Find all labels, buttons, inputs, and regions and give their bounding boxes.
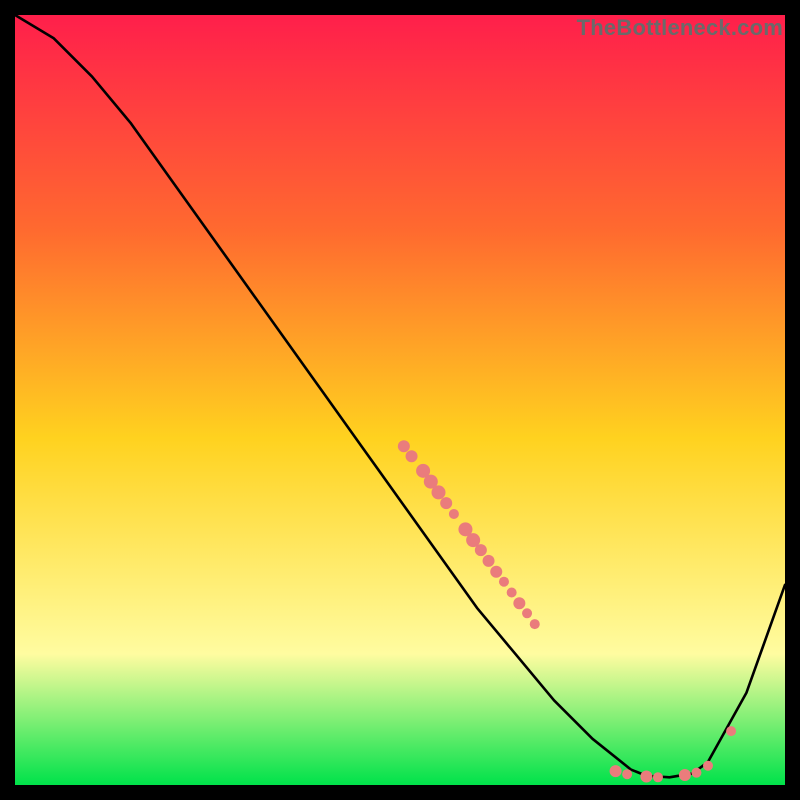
data-marker: [610, 765, 622, 777]
data-marker: [622, 769, 632, 779]
data-marker: [432, 485, 446, 499]
data-marker: [449, 509, 459, 519]
data-marker: [653, 772, 663, 782]
data-marker: [679, 769, 691, 781]
data-marker: [499, 577, 509, 587]
data-marker: [703, 761, 713, 771]
data-marker: [490, 566, 502, 578]
data-marker: [726, 726, 736, 736]
chart-frame: TheBottleneck.com: [15, 15, 785, 785]
gradient-background: [15, 15, 785, 785]
data-marker: [522, 608, 532, 618]
data-marker: [691, 768, 701, 778]
data-marker: [398, 440, 410, 452]
data-marker: [513, 597, 525, 609]
data-marker: [640, 771, 652, 783]
data-marker: [475, 544, 487, 556]
watermark-text: TheBottleneck.com: [577, 15, 783, 41]
data-marker: [530, 619, 540, 629]
bottleneck-chart: [15, 15, 785, 785]
data-marker: [507, 588, 517, 598]
data-marker: [406, 450, 418, 462]
data-marker: [440, 497, 452, 509]
data-marker: [483, 555, 495, 567]
